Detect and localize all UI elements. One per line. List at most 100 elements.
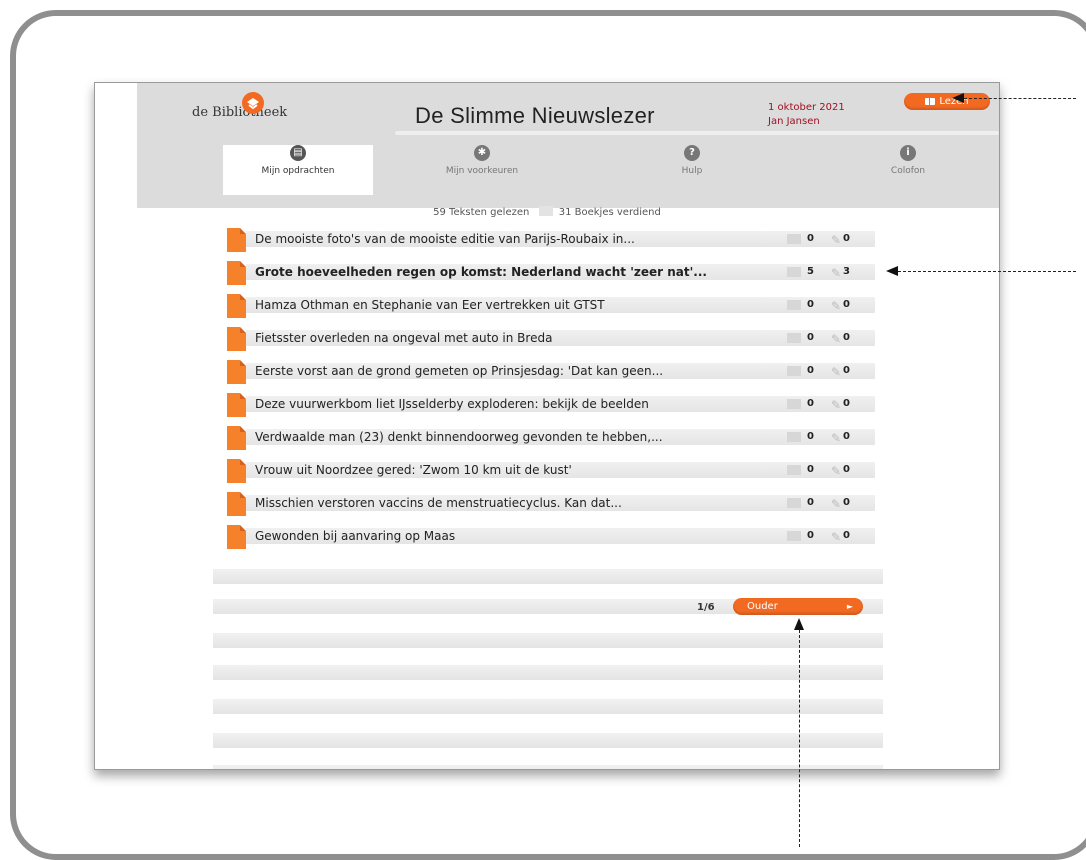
written-count: 0 (843, 464, 850, 475)
pencil-icon: ✎ (831, 233, 842, 247)
app-header: de Bibliotheek De Slimme Nieuwslezer 1 o… (137, 83, 999, 208)
booklet-icon (787, 432, 801, 442)
article-counters: 0 ✎ 0 (787, 363, 887, 379)
article-title[interactable]: Fietsster overleden na ongeval met auto … (255, 330, 552, 346)
header-divider (395, 131, 999, 135)
empty-row (213, 569, 883, 584)
pencil-icon: ✎ (831, 266, 842, 280)
annotation-arrowhead (952, 93, 964, 103)
article-row[interactable]: Vrouw uit Noordzee gered: 'Zwom 10 km ui… (227, 459, 875, 483)
article-title[interactable]: Vrouw uit Noordzee gered: 'Zwom 10 km ui… (255, 462, 572, 478)
empty-row (213, 733, 883, 748)
article-row[interactable]: De mooiste foto's van de mooiste editie … (227, 228, 875, 252)
tab-label: Mijn opdrachten (261, 166, 335, 176)
read-count: 0 (807, 299, 814, 310)
tab-label: Hulp (681, 166, 703, 176)
article-title[interactable]: Gewonden bij aanvaring op Maas (255, 528, 455, 544)
article-counters: 5 ✎ 3 (787, 264, 887, 280)
article-row[interactable]: Verdwaalde man (23) denkt binnendoorweg … (227, 426, 875, 450)
article-counters: 0 ✎ 0 (787, 462, 887, 478)
empty-row (213, 633, 883, 648)
article-counters: 0 ✎ 0 (787, 429, 887, 445)
read-count: 5 (807, 266, 814, 277)
library-logo[interactable]: de Bibliotheek (192, 105, 287, 120)
empty-row (213, 699, 883, 714)
read-count: 0 (807, 431, 814, 442)
pencil-icon: ✎ (831, 398, 842, 412)
read-count: 0 (807, 332, 814, 343)
read-count: 0 (807, 398, 814, 409)
booklet-icon (787, 300, 801, 310)
tab-my-preferences[interactable]: ✱ Mijn voorkeuren (407, 145, 557, 176)
written-count: 0 (843, 233, 850, 244)
booklet-icon (787, 366, 801, 376)
booklet-icon (787, 333, 801, 343)
read-button[interactable]: Lezen (904, 93, 990, 110)
document-icon (227, 426, 246, 450)
article-title[interactable]: Verdwaalde man (23) denkt binnendoorweg … (255, 429, 663, 445)
tab-my-assignments[interactable]: ▤ Mijn opdrachten (223, 145, 373, 195)
book-icon: ▤ (290, 145, 306, 161)
read-count: 0 (807, 530, 814, 541)
article-title[interactable]: Deze vuurwerkbom liet IJsselderby explod… (255, 396, 649, 412)
booklet-icon (787, 399, 801, 409)
article-row[interactable]: Deze vuurwerkbom liet IJsselderby explod… (227, 393, 875, 417)
article-row[interactable]: Gewonden bij aanvaring op Maas 0 ✎ 0 (227, 525, 875, 549)
booklet-icon (787, 234, 801, 244)
annotation-arrowhead (886, 266, 898, 276)
article-title[interactable]: Grote hoeveelheden regen op komst: Neder… (255, 264, 707, 280)
article-row[interactable]: Fietsster overleden na ongeval met auto … (227, 327, 875, 351)
written-count: 0 (843, 398, 850, 409)
article-row[interactable]: Misschien verstoren vaccins de menstruat… (227, 492, 875, 516)
pencil-icon: ✎ (831, 365, 842, 379)
texts-read-count: 59 Teksten gelezen (433, 207, 530, 218)
written-count: 0 (843, 431, 850, 442)
article-title[interactable]: Eerste vorst aan de grond gemeten op Pri… (255, 363, 663, 379)
pencil-icon: ✎ (831, 497, 842, 511)
help-icon: ? (684, 145, 700, 161)
article-counters: 0 ✎ 0 (787, 396, 887, 412)
article-counters: 0 ✎ 0 (787, 330, 887, 346)
article-counters: 0 ✎ 0 (787, 297, 887, 313)
article-title[interactable]: De mooiste foto's van de mooiste editie … (255, 231, 635, 247)
tab-help[interactable]: ? Hulp (617, 145, 767, 176)
article-counters: 0 ✎ 0 (787, 231, 887, 247)
booklet-icon (538, 206, 553, 216)
document-icon (227, 228, 246, 252)
book-icon (925, 98, 936, 105)
page-indicator: 1/6 (697, 602, 715, 613)
pencil-icon: ✎ (831, 299, 842, 313)
document-icon (227, 327, 246, 351)
older-button[interactable]: Ouder ► (733, 598, 863, 615)
booklet-icon (787, 267, 801, 277)
document-icon (227, 492, 246, 516)
current-date: 1 oktober 2021 (768, 102, 845, 113)
document-icon (227, 459, 246, 483)
booklet-icon (787, 498, 801, 508)
reading-stats: 59 Teksten gelezen 31 Boekjes verdiend (95, 206, 999, 218)
annotation-arrowhead (794, 618, 804, 630)
article-counters: 0 ✎ 0 (787, 528, 887, 544)
empty-row (213, 765, 883, 769)
written-count: 0 (843, 497, 850, 508)
booklet-icon (787, 531, 801, 541)
annotation-line (898, 271, 1076, 272)
read-count: 0 (807, 464, 814, 475)
tab-colofon[interactable]: i Colofon (833, 145, 983, 176)
library-logo-icon (242, 92, 264, 114)
pencil-icon: ✎ (831, 332, 842, 346)
read-count: 0 (807, 233, 814, 244)
article-row[interactable]: Hamza Othman en Stephanie van Eer vertre… (227, 294, 875, 318)
read-count: 0 (807, 365, 814, 376)
article-title[interactable]: Hamza Othman en Stephanie van Eer vertre… (255, 297, 605, 313)
article-row[interactable]: Grote hoeveelheden regen op komst: Neder… (227, 261, 875, 285)
pencil-icon: ✎ (831, 464, 842, 478)
article-title[interactable]: Misschien verstoren vaccins de menstruat… (255, 495, 622, 511)
article-row[interactable]: Eerste vorst aan de grond gemeten op Pri… (227, 360, 875, 384)
pencil-icon: ✎ (831, 431, 842, 445)
user-name: Jan Jansen (768, 116, 820, 127)
main-nav: ▤ Mijn opdrachten ✱ Mijn voorkeuren ? Hu… (223, 145, 999, 201)
document-icon (227, 261, 246, 285)
document-icon (227, 294, 246, 318)
booklets-earned-count: 31 Boekjes verdiend (558, 207, 661, 218)
